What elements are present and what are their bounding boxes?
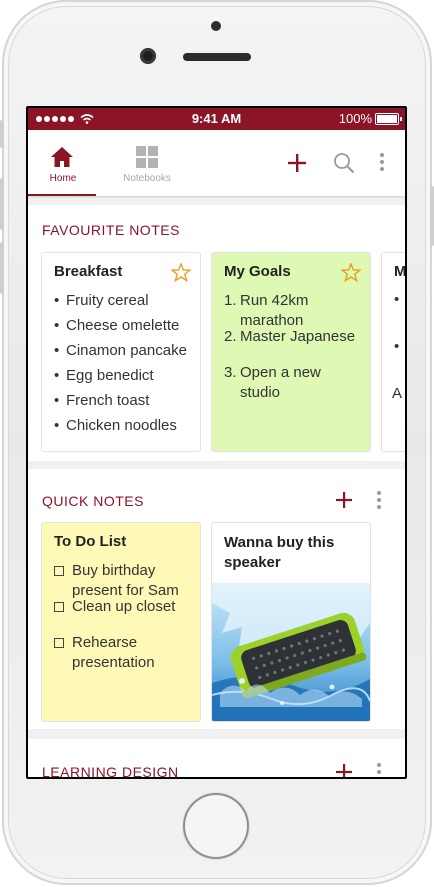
active-tab-indicator: [28, 194, 96, 196]
section-title-learning: LEARNING DESIGN: [42, 764, 179, 777]
earpiece-speaker: [183, 53, 251, 61]
tab-home-label: Home: [49, 173, 77, 184]
list-item: • Cheese omelette: [54, 317, 180, 334]
section-title-favourite: FAVOURITE NOTES: [42, 222, 180, 238]
note-numbered-list: 1. Run 42km marathon 2. Master Japanese 3.…: [224, 291, 365, 401]
list-item: 2. Master Japanese: [224, 328, 356, 345]
list-item: • Fruity cereal: [54, 292, 149, 309]
list-item: • French toast: [54, 392, 150, 409]
checklist-item[interactable]: Rehearse presentation: [54, 633, 197, 671]
section-title-quick: QUICK NOTES: [42, 493, 144, 509]
plus-icon: [288, 154, 306, 172]
search-button[interactable]: [331, 130, 357, 196]
more-vertical-icon: [380, 152, 384, 174]
list-item: • Cinamon pancake: [54, 342, 187, 359]
note-card-breakfast[interactable]: Breakfast • Fruity cereal • Cheese omelett…: [42, 253, 200, 451]
checklist-item[interactable]: Clean up closet: [54, 597, 197, 622]
quick-notes-section: QUICK NOTES To Do List Buy birthday pres…: [28, 469, 405, 729]
checklist-item[interactable]: Buy birthday present for Sam: [54, 561, 197, 599]
front-camera: [140, 48, 156, 64]
proximity-sensor: [211, 21, 221, 31]
text-fragment: A: [392, 385, 403, 402]
app-bar: Home Notebooks: [28, 130, 405, 196]
bullet-fragment: •: [394, 338, 400, 355]
list-item: 1. Run 42km marathon: [224, 292, 309, 329]
tab-home[interactable]: Home: [28, 130, 98, 196]
overflow-menu-button[interactable]: [374, 130, 390, 196]
search-icon: [334, 153, 355, 174]
note-checklist: Buy birthday present for Sam Clean up cl…: [54, 561, 197, 671]
side-button-power: [430, 186, 434, 246]
star-icon[interactable]: [341, 263, 361, 282]
note-card-partial[interactable]: M • • A: [382, 253, 405, 451]
note-card-todo[interactable]: To Do List Buy birthday present for Sam …: [42, 523, 200, 721]
side-button-mute: [0, 120, 4, 148]
add-learning-note-icon[interactable]: [336, 764, 352, 777]
list-item: • Egg benedict: [54, 367, 154, 384]
checkbox[interactable]: [54, 602, 64, 612]
favourite-notes-section: FAVOURITE NOTES Breakfast • Fruity cereal…: [28, 205, 405, 461]
app-screen: 9:41 AM 100% Home Notebooks FAVOURITE NO…: [28, 108, 405, 777]
learning-design-section: LEARNING DESIGN: [28, 739, 405, 777]
star-icon[interactable]: [171, 263, 191, 282]
home-icon: [51, 147, 73, 167]
screen: 9:41 AM 100% Home Notebooks FAVOURITE NO…: [26, 106, 407, 779]
note-bullet-list: • Fruity cereal • Cheese omelette • Cinamon…: [54, 291, 187, 441]
add-quick-note-icon[interactable]: [336, 492, 352, 508]
speaker-photo: [212, 583, 370, 721]
note-card-my-goals[interactable]: My Goals 1. Run 42km marathon 2. Master Ja…: [212, 253, 370, 451]
add-note-button[interactable]: [284, 130, 310, 196]
battery-percent: 100%: [338, 111, 372, 126]
phone-mockup: 9:41 AM 100% Home Notebooks FAVOURITE NO…: [0, 0, 434, 887]
side-button-volume-down: [0, 242, 4, 294]
side-button-volume-up: [0, 178, 4, 230]
battery-icon: [375, 112, 402, 125]
checkbox[interactable]: [54, 638, 64, 648]
quick-notes-more-icon[interactable]: [377, 491, 381, 512]
status-bar: 9:41 AM 100%: [28, 108, 405, 130]
battery-status: 100%: [338, 111, 402, 126]
note-title: Breakfast: [54, 263, 123, 280]
list-item: 3. Open a new studio: [224, 364, 321, 401]
tab-notebooks[interactable]: Notebooks: [112, 130, 182, 196]
note-card-speaker[interactable]: Wanna buy this speaker: [212, 523, 370, 721]
note-title: Wanna buy this speaker: [224, 534, 335, 571]
bullet-fragment: •: [394, 291, 400, 308]
tab-notebooks-label: Notebooks: [123, 173, 171, 184]
list-item: • Chicken noodles: [54, 417, 177, 434]
grid-icon: [136, 146, 158, 168]
note-title: My Goals: [224, 263, 291, 280]
checkbox[interactable]: [54, 566, 64, 576]
home-button[interactable]: [183, 793, 249, 859]
learning-more-icon[interactable]: [377, 763, 381, 777]
note-title: To Do List: [54, 533, 127, 550]
note-title: M: [394, 263, 405, 280]
